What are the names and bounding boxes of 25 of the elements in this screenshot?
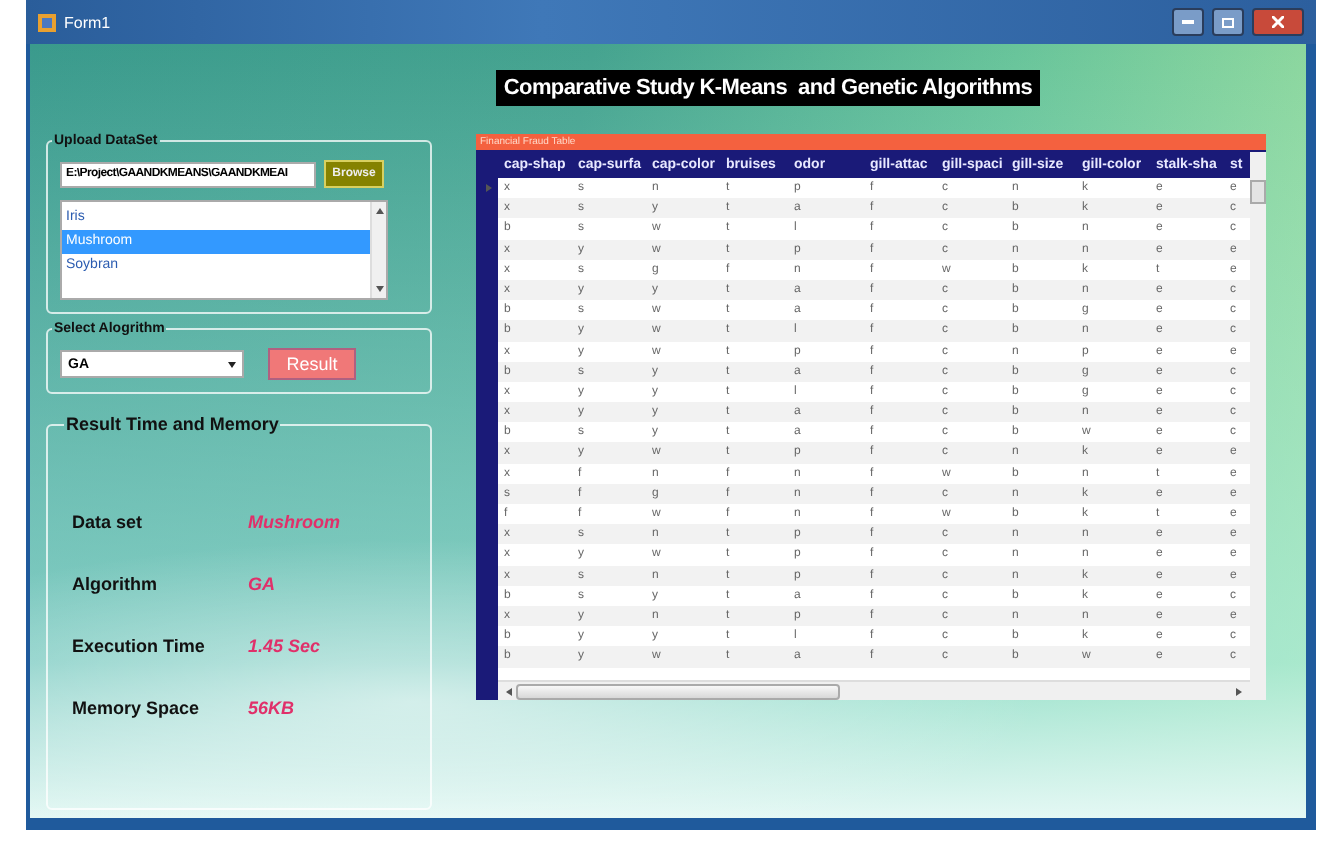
result-value: 56KB (248, 697, 297, 717)
minimize-button[interactable] (1172, 8, 1204, 36)
caret-icon (228, 361, 236, 367)
app-icon (38, 13, 56, 31)
minimize-icon (1182, 20, 1194, 24)
window-title: Form1 (64, 13, 113, 31)
result-label: Data set (72, 511, 145, 531)
result-label: Execution Time (72, 635, 207, 655)
scroll-right-icon (1236, 687, 1244, 695)
page-heading: Comparative Study K-Means and Genetic Algorithms (495, 70, 1041, 106)
result-value: GA (248, 573, 277, 593)
scroll-left-icon (504, 687, 512, 695)
horizontal-scrollbar[interactable] (498, 680, 1250, 700)
result-label: Algorithm (72, 573, 159, 593)
result-label: Memory Space (72, 697, 202, 717)
close-icon (1272, 16, 1284, 28)
vertical-scrollbar[interactable] (1250, 152, 1266, 700)
maximize-button[interactable] (1212, 8, 1244, 36)
result-value: 1.45 Sec (248, 635, 323, 655)
close-button[interactable] (1252, 8, 1304, 36)
group-label: Result Time and Memory (64, 414, 281, 434)
maximize-icon (1222, 17, 1234, 27)
scroll-down-icon (375, 286, 383, 294)
scroll-up-icon (375, 206, 383, 214)
result-value: Mushroom (248, 511, 342, 531)
